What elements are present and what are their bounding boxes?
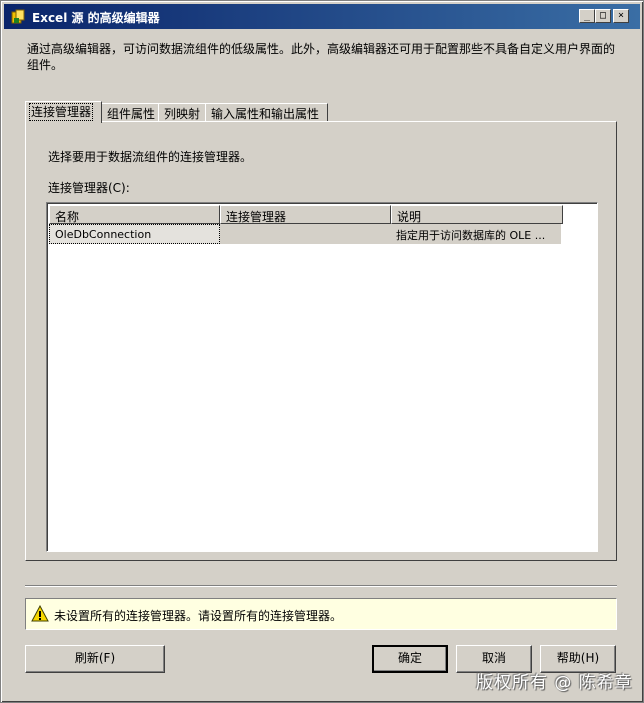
warning-icon — [31, 605, 49, 622]
column-header-description[interactable]: 说明 — [391, 205, 563, 224]
copyright-watermark: 版权所有 @ 陈希章 — [476, 673, 633, 693]
cell-connection-manager[interactable] — [220, 224, 391, 244]
ok-button[interactable]: 确定 — [372, 645, 448, 673]
title-bar[interactable]: Excel 源 的高级编辑器 _ □ × — [4, 4, 640, 29]
status-message-box: 未设置所有的连接管理器。请设置所有的连接管理器。 — [25, 598, 617, 630]
column-header-connection-manager[interactable]: 连接管理器 — [220, 205, 391, 224]
close-button[interactable]: × — [613, 9, 629, 23]
connection-managers-label: 连接管理器(C): — [48, 181, 130, 195]
tab-component-properties[interactable]: 组件属性 — [101, 103, 159, 122]
window-title: Excel 源 的高级编辑器 — [32, 11, 160, 25]
tab-label: 连接管理器 — [28, 103, 94, 121]
tab-label: 列映射 — [164, 107, 201, 121]
refresh-button[interactable]: 刷新(F) — [25, 645, 165, 673]
dialog-window: Excel 源 的高级编辑器 _ □ × 通过高级编辑器，可访问数据流组件的低级… — [0, 0, 644, 703]
panel-hint: 选择要用于数据流组件的连接管理器。 — [48, 150, 253, 164]
cell-name[interactable]: OleDbConnection — [49, 224, 220, 244]
excel-source-icon — [11, 9, 25, 24]
cell-description: 指定用于访问数据库的 OLE ... — [396, 229, 546, 242]
status-message: 未设置所有的连接管理器。请设置所有的连接管理器。 — [54, 609, 343, 623]
table-row[interactable]: OleDbConnection 指定用于访问数据库的 OLE ... — [49, 224, 561, 244]
minimize-button[interactable]: _ — [579, 9, 595, 23]
tab-column-mappings[interactable]: 列映射 — [158, 103, 206, 122]
tab-label: 输入属性和输出属性 — [211, 107, 320, 121]
maximize-button[interactable]: □ — [595, 9, 611, 23]
tab-input-output-properties[interactable]: 输入属性和输出属性 — [205, 103, 328, 122]
connection-managers-list[interactable]: 名称 连接管理器 说明 OleDbConnection 指定用于访问数据库的 O… — [46, 202, 598, 552]
separator — [25, 585, 617, 587]
tab-connection-managers[interactable]: 连接管理器 — [25, 101, 102, 123]
column-header-name[interactable]: 名称 — [49, 205, 220, 224]
tab-panel: 选择要用于数据流组件的连接管理器。 连接管理器(C): 名称 连接管理器 说明 … — [25, 121, 617, 561]
tab-label: 组件属性 — [107, 107, 156, 121]
editor-description: 通过高级编辑器，可访问数据流组件的低级属性。此外，高级编辑器还可用于配置那些不具… — [27, 42, 616, 72]
